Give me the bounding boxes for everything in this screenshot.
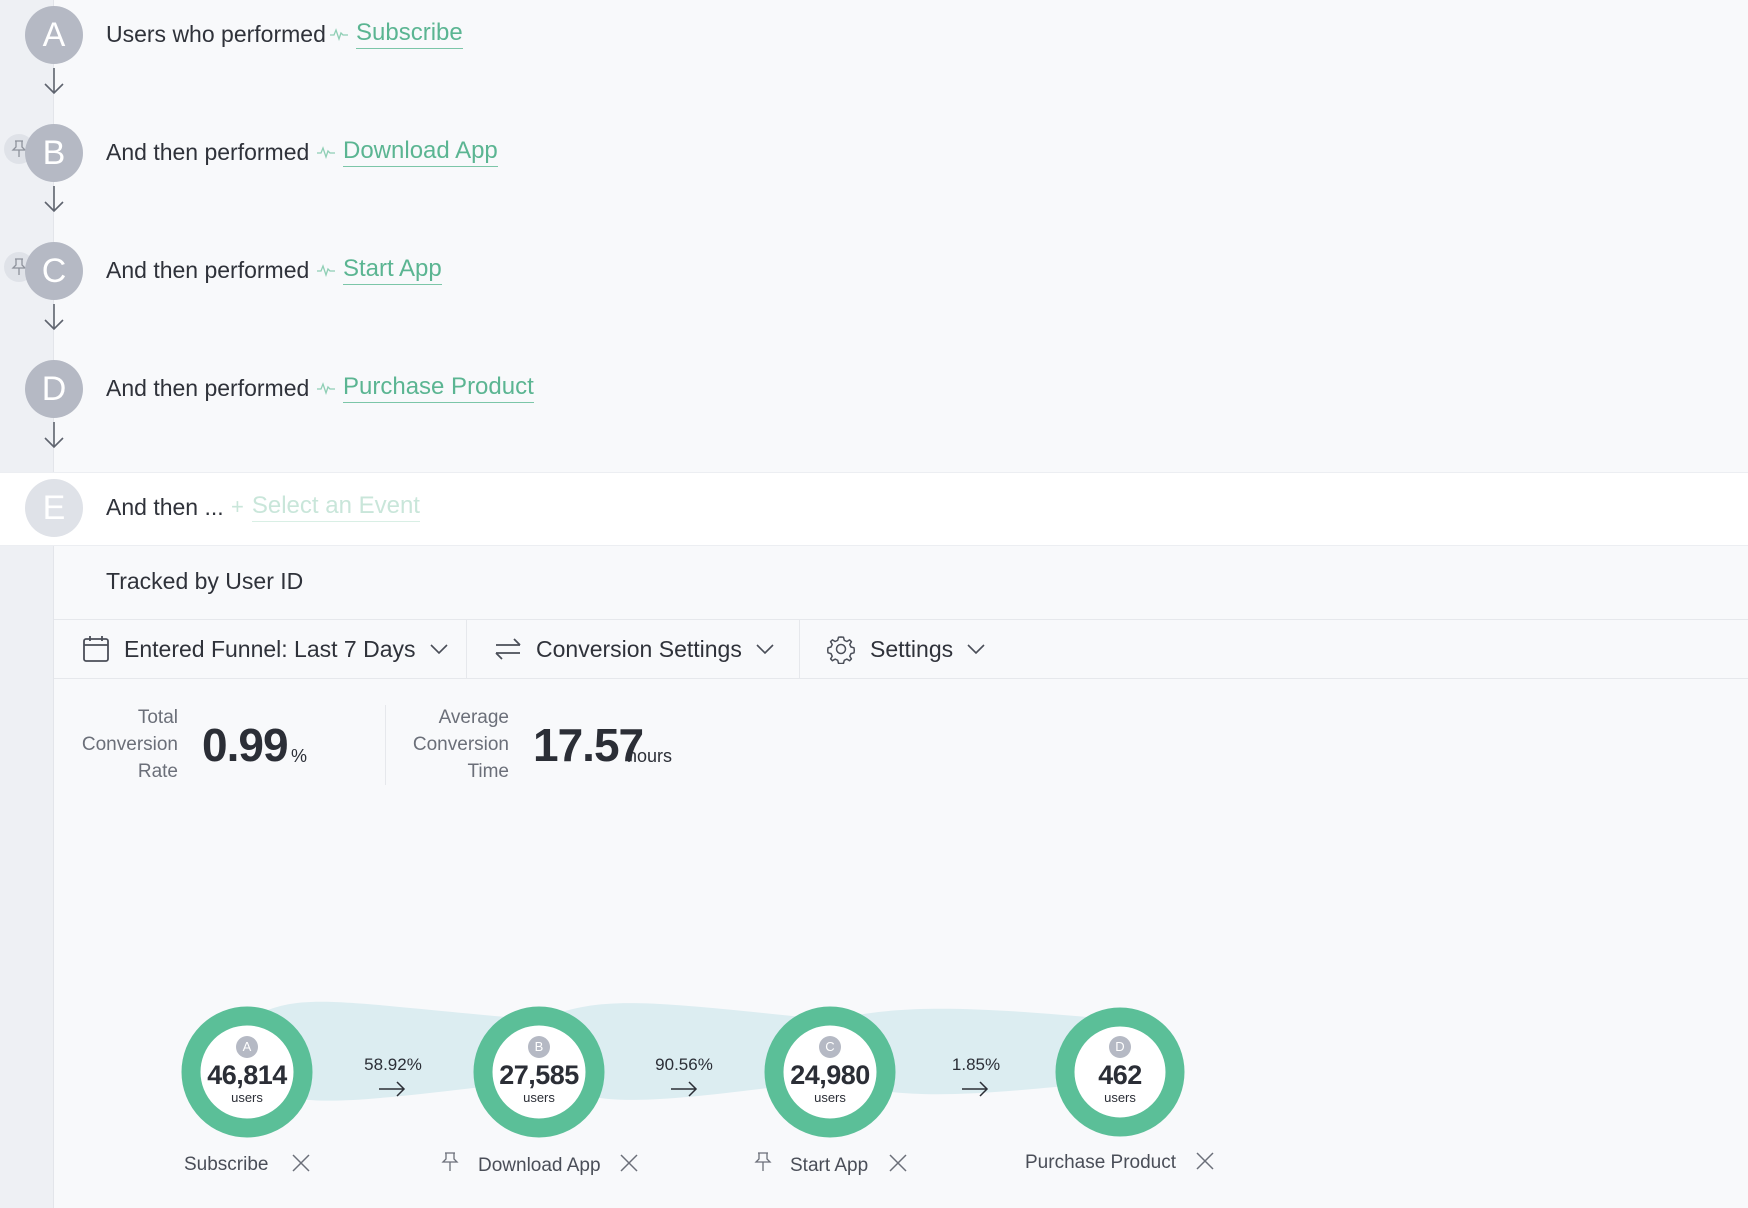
funnel-node-c[interactable]: C 24,980 users: [780, 1036, 880, 1106]
funnel-step-e: E And then ... + Select an Event: [0, 472, 1748, 546]
date-range-label: Entered Funnel: Last 7 Days: [124, 635, 416, 662]
node-label: Purchase Product: [1025, 1152, 1177, 1173]
step-letter-badge: B: [25, 124, 83, 182]
node-user-count: 46,814: [207, 1060, 287, 1090]
node-label: Download App: [478, 1155, 601, 1176]
funnel-step-a: A Users who performed Subscribe: [0, 0, 1748, 118]
funnel-step-b: B And then performed Download App: [0, 118, 1748, 236]
select-event-placeholder: Select an Event: [251, 492, 420, 522]
down-arrow-icon: [44, 68, 64, 95]
event-name: Start App: [343, 255, 442, 285]
event-name: Download App: [343, 137, 498, 167]
down-arrow-icon: [44, 304, 64, 331]
node-user-count: 27,585: [499, 1060, 579, 1090]
chevron-down-icon: [967, 644, 985, 655]
down-arrow-icon: [44, 186, 64, 213]
select-event-button[interactable]: + Select an Event: [231, 492, 420, 522]
step-letter-badge: C: [25, 242, 83, 300]
plus-icon: +: [231, 494, 244, 519]
step-prefix: And then performed: [106, 139, 310, 165]
pin-icon[interactable]: [441, 1152, 459, 1172]
total-conversion-rate-unit: %: [291, 746, 308, 766]
pin-icon[interactable]: [754, 1152, 772, 1172]
funnel-node-a[interactable]: A 46,814 users: [197, 1036, 297, 1106]
conversion-settings-label: Conversion Settings: [536, 635, 742, 662]
label-line: Conversion: [412, 734, 509, 755]
node-letter-badge: D: [1109, 1036, 1131, 1058]
average-conversion-time-label: Average Conversion Time: [390, 704, 509, 785]
step-event-download-app[interactable]: Download App: [317, 137, 498, 167]
step-prefix: And then ...: [106, 494, 224, 520]
event-name: Subscribe: [356, 19, 463, 49]
step-event-start-app[interactable]: Start App: [317, 255, 442, 285]
node-letter-badge: B: [528, 1036, 550, 1058]
node-letter-badge: A: [236, 1036, 258, 1058]
settings-label: Settings: [870, 635, 954, 662]
funnel-step-d: D And then performed Purchase Product: [0, 354, 1748, 472]
activity-icon: [317, 382, 335, 395]
tracked-by-label: Tracked by User ID: [106, 568, 304, 594]
date-range-dropdown[interactable]: Entered Funnel: Last 7 Days: [82, 620, 448, 678]
average-conversion-time-unit: hours: [627, 746, 673, 766]
step-prefix: Users who performed: [106, 21, 326, 47]
funnel-step-c: C And then performed Start App: [0, 236, 1748, 354]
label-line: Average: [438, 707, 509, 728]
funnel-node-b[interactable]: B 27,585 users: [489, 1036, 589, 1106]
settings-dropdown[interactable]: Settings: [826, 620, 985, 678]
down-arrow-icon: [44, 422, 64, 449]
toolbar-divider: [466, 620, 467, 678]
chevron-down-icon: [756, 644, 774, 655]
node-user-count: 24,980: [790, 1060, 870, 1090]
label-line: Rate: [137, 761, 178, 782]
step-letter-badge: E: [25, 479, 83, 537]
total-conversion-rate-value: 0.99: [202, 719, 289, 771]
label-line: Total: [137, 707, 178, 728]
calendar-icon: [83, 636, 109, 662]
conversion-rate-a-b: 58.92%: [364, 1055, 422, 1074]
node-users-label: users: [523, 1090, 555, 1105]
activity-icon: [317, 264, 335, 277]
activity-icon: [330, 28, 348, 41]
toolbar-divider: [799, 620, 800, 678]
node-letter-badge: C: [819, 1036, 841, 1058]
close-icon[interactable]: [888, 1153, 908, 1173]
node-label: Start App: [790, 1155, 869, 1176]
close-icon[interactable]: [619, 1153, 639, 1173]
gear-icon: [826, 636, 856, 664]
close-icon[interactable]: [1195, 1151, 1215, 1171]
step-prefix: And then performed: [106, 375, 310, 401]
node-label: Subscribe: [184, 1154, 269, 1175]
step-event-purchase-product[interactable]: Purchase Product: [317, 373, 534, 403]
conversion-rate-b-c: 90.56%: [655, 1055, 713, 1074]
funnel-node-d[interactable]: D 462 users: [1070, 1036, 1170, 1106]
step-letter-badge: D: [25, 360, 83, 418]
activity-icon: [317, 146, 335, 159]
step-prefix: And then performed: [106, 257, 310, 283]
conversion-settings-dropdown[interactable]: Conversion Settings: [494, 620, 774, 678]
event-name: Purchase Product: [343, 373, 534, 403]
metrics-divider: [385, 705, 386, 785]
node-users-label: users: [231, 1090, 263, 1105]
node-users-label: users: [814, 1090, 846, 1105]
step-event-subscribe[interactable]: Subscribe: [330, 19, 463, 49]
total-conversion-rate-label: Total Conversion Rate: [60, 704, 178, 785]
label-line: Time: [467, 761, 509, 782]
node-users-label: users: [1104, 1090, 1136, 1105]
step-letter-badge: A: [25, 6, 83, 64]
conversion-rate-c-d: 1.85%: [951, 1055, 1001, 1074]
swap-arrows-icon: [495, 638, 521, 660]
chevron-down-icon: [429, 644, 448, 655]
close-icon[interactable]: [291, 1153, 311, 1173]
label-line: Conversion: [81, 734, 178, 755]
node-user-count: 462: [1098, 1060, 1142, 1090]
funnel-toolbar: Entered Funnel: Last 7 Days Conversion S…: [54, 619, 1748, 679]
